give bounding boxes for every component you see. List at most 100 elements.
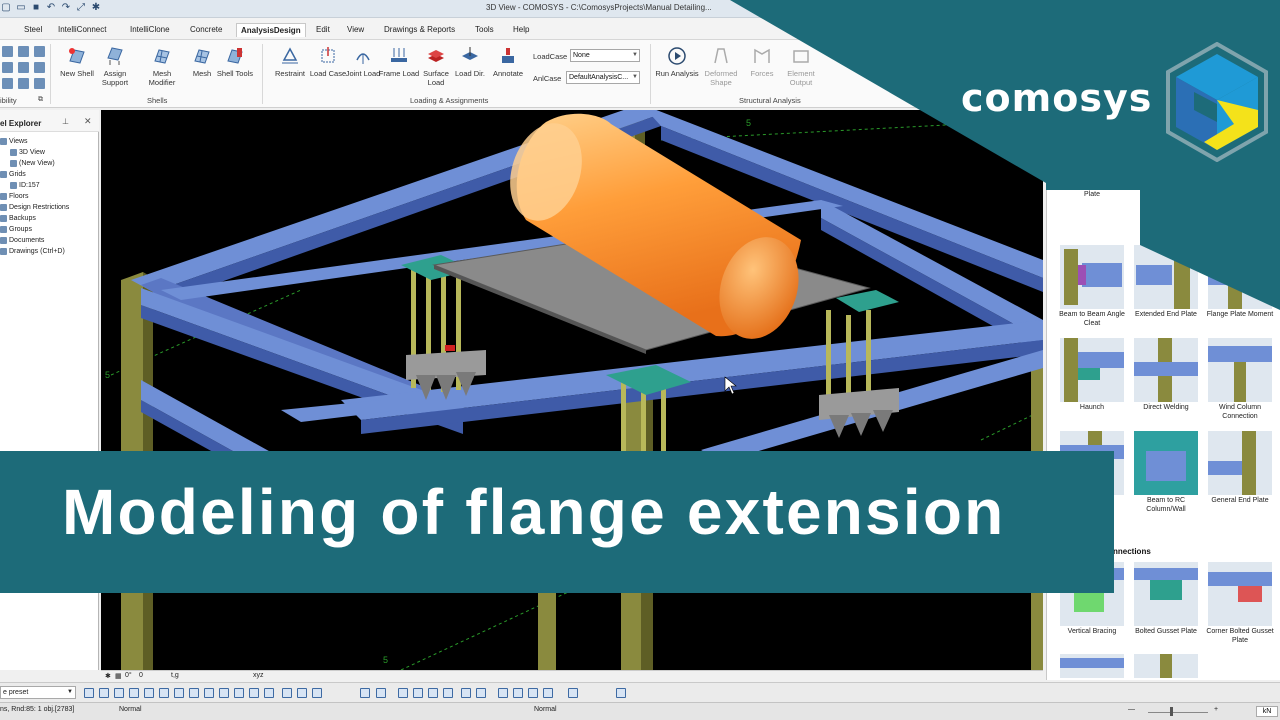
tab-help[interactable]: Help xyxy=(513,25,529,34)
plate-filter-icon[interactable] xyxy=(174,688,184,698)
snap-icon[interactable]: ▦ xyxy=(115,672,122,680)
deformed-shape-button[interactable]: Deformed Shape xyxy=(699,46,743,87)
open-folder-icon[interactable]: ▭ xyxy=(15,2,27,14)
visibility-tool-icon[interactable] xyxy=(2,62,13,73)
visibility-tool-icon[interactable] xyxy=(2,78,13,89)
column-filter-icon[interactable] xyxy=(129,688,139,698)
copy-icon[interactable] xyxy=(528,688,538,698)
snap-cross-icon[interactable] xyxy=(428,688,438,698)
tree-item-3d-view[interactable]: 3D View xyxy=(10,149,45,156)
close-icon[interactable]: ✕ xyxy=(84,116,92,127)
tree-item-grids[interactable]: Grids xyxy=(0,171,26,178)
eye-icon[interactable] xyxy=(282,688,292,698)
snap-angle-icon[interactable] xyxy=(461,688,471,698)
new-file-icon[interactable]: ▢ xyxy=(0,2,12,14)
library-item-extended-end-plate[interactable]: Extended End Plate xyxy=(1131,245,1201,320)
level-icon[interactable] xyxy=(616,688,626,698)
library-item-bolted-gusset-plate[interactable]: Bolted Gusset Plate xyxy=(1131,562,1201,637)
zoom-out-icon[interactable]: — xyxy=(1128,706,1135,713)
visibility-tool-icon[interactable] xyxy=(2,46,13,57)
anlcase-select[interactable]: DefaultAnalysisC... ▼ xyxy=(566,71,640,84)
tab-intelliconnect[interactable]: IntelliConnect xyxy=(58,25,106,34)
rectangle-select-icon[interactable] xyxy=(398,688,408,698)
tab-edit[interactable]: Edit xyxy=(316,25,330,34)
visibility-tool-icon[interactable] xyxy=(34,62,45,73)
undo-icon[interactable]: ↶ xyxy=(45,2,57,14)
beam-filter-icon[interactable] xyxy=(144,688,154,698)
slab-filter-icon[interactable] xyxy=(264,688,274,698)
sphere-view-icon[interactable] xyxy=(114,688,124,698)
snap-diagonal-icon[interactable] xyxy=(443,688,453,698)
redo-icon[interactable]: ↷ xyxy=(60,2,72,14)
library-item-beam-to-column-end-plate[interactable]: Beam to Column End Plate xyxy=(1057,150,1127,199)
move-icon[interactable] xyxy=(513,688,523,698)
snap-tee-icon[interactable] xyxy=(476,688,486,698)
visibility-tool-icon[interactable] xyxy=(18,78,29,89)
library-item-direct-welding[interactable]: Direct Welding xyxy=(1131,338,1201,413)
run-analysis-button[interactable]: Run Analysis xyxy=(655,46,699,78)
library-item-wind-column-connection[interactable]: Wind Column Connection xyxy=(1205,338,1275,421)
visibility-tool-icon[interactable] xyxy=(34,78,45,89)
tree-item-new-view[interactable]: (New View) xyxy=(10,160,55,167)
member-filter-icon[interactable] xyxy=(159,688,169,698)
annotate-button[interactable]: Annotate xyxy=(486,46,530,78)
tab-concrete[interactable]: Concrete xyxy=(190,25,222,34)
shell-filter-icon[interactable] xyxy=(249,688,259,698)
cross-select-icon[interactable] xyxy=(413,688,423,698)
library-item-beam-to-rc-column[interactable]: Beam to RC Column/Wall xyxy=(1131,431,1201,514)
filter-icon[interactable] xyxy=(297,688,307,698)
tree-item-documents[interactable]: Documents xyxy=(0,237,44,244)
tab-view[interactable]: View xyxy=(347,25,364,34)
library-item-corner-bolted-gusset-plate[interactable]: Corner Bolted Gusset Plate xyxy=(1205,562,1275,645)
zoom-in-icon[interactable]: + xyxy=(1214,706,1218,713)
visibility-tool-icon[interactable] xyxy=(18,46,29,57)
tree-item-design-restrictions[interactable]: Design Restrictions xyxy=(0,204,69,211)
library-item-general-end-plate[interactable]: General End Plate xyxy=(1205,431,1275,506)
tab-drawings-reports[interactable]: Drawings & Reports xyxy=(384,25,455,34)
tab-analysisdesign[interactable]: AnalysisDesign xyxy=(236,23,306,37)
assign-support-button[interactable]: Assign Support xyxy=(93,46,137,87)
grid-filter-icon[interactable] xyxy=(219,688,229,698)
unit-selector[interactable]: kN xyxy=(1256,706,1278,717)
zoom-slider[interactable] xyxy=(1148,712,1208,713)
mirror-icon[interactable] xyxy=(543,688,553,698)
shell-tools-button[interactable]: Shell Tools xyxy=(213,46,257,78)
filter-clear-icon[interactable] xyxy=(312,688,322,698)
select-icon[interactable] xyxy=(360,688,370,698)
grid-toggle-icon[interactable] xyxy=(84,688,94,698)
rotate-icon[interactable]: ✱ xyxy=(105,672,111,680)
tree-item-views[interactable]: Views xyxy=(0,138,28,145)
tab-tools[interactable]: Tools xyxy=(475,25,494,34)
select-window-icon[interactable] xyxy=(376,688,386,698)
tree-item-floors[interactable]: Floors xyxy=(0,193,28,200)
zoom-slider-thumb[interactable] xyxy=(1170,707,1173,716)
element-output-button[interactable]: Element Output xyxy=(779,46,823,87)
settings-icon[interactable]: ✱ xyxy=(90,2,102,14)
forces-button[interactable]: Forces xyxy=(740,46,784,78)
dimension-icon[interactable] xyxy=(498,688,508,698)
mesh-modifier-button[interactable]: Mesh Modifier xyxy=(140,46,184,87)
tab-steel[interactable]: Steel xyxy=(24,25,42,34)
visibility-tool-icon[interactable] xyxy=(34,46,45,57)
weld-filter-icon[interactable] xyxy=(189,688,199,698)
library-item-haunch[interactable]: Haunch xyxy=(1057,338,1127,413)
tab-intelliclone[interactable]: IntelliClone xyxy=(130,25,170,34)
visibility-tool-icon[interactable] xyxy=(18,62,29,73)
library-item-more[interactable] xyxy=(1057,654,1127,678)
layer-filter-icon[interactable] xyxy=(234,688,244,698)
close-view-icon[interactable] xyxy=(99,688,109,698)
tree-item-drawings[interactable]: Drawings (Ctrl+D) xyxy=(0,248,65,255)
view-preset-select[interactable]: e preset ▼ xyxy=(0,686,76,699)
tree-item-groups[interactable]: Groups xyxy=(0,226,32,233)
library-item-more[interactable] xyxy=(1131,654,1201,678)
save-icon[interactable]: ■ xyxy=(30,2,42,14)
library-item-beam-to-beam-angle-cleat[interactable]: Beam to Beam Angle Cleat xyxy=(1057,245,1127,328)
pin-icon[interactable]: ⊥ xyxy=(62,117,69,126)
tree-item-backups[interactable]: Backups xyxy=(0,215,36,222)
axis-icon[interactable] xyxy=(568,688,578,698)
tree-item-grid-id[interactable]: ID:157 xyxy=(10,182,40,189)
expand-icon[interactable]: ⤢ xyxy=(75,2,87,14)
library-item-flange-plate-moment[interactable]: Flange Plate Moment xyxy=(1205,245,1275,320)
loadcase-select[interactable]: None ▼ xyxy=(570,49,640,62)
group-launcher-icon[interactable]: ⧉ xyxy=(38,96,43,104)
